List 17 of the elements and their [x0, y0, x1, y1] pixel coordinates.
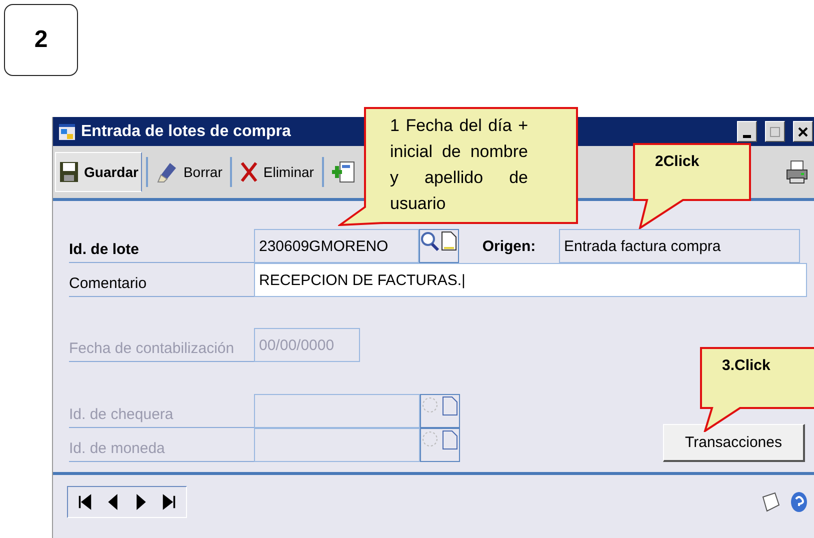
field-label: Id. de chequera: [69, 394, 254, 428]
field-label: Origen:: [481, 236, 537, 256]
origin-field: Entrada factura compra: [559, 229, 800, 263]
field-label: Id. de lote: [69, 229, 254, 263]
toolbar-button[interactable]: Eliminar: [236, 152, 318, 192]
toolbar-button[interactable]: Guardar: [55, 152, 142, 192]
transactions-button[interactable]: Transacciones: [663, 424, 805, 462]
window-title: Entrada de lotes de compra: [81, 122, 291, 140]
field-label: Id. de moneda: [69, 428, 254, 462]
field-label: Fecha de contabilización: [69, 328, 254, 362]
step-number-badge: 2: [4, 4, 78, 76]
toolbar-button[interactable]: Borrar: [152, 152, 226, 192]
batch-id-field[interactable]: 230609GMORENO: [254, 229, 419, 263]
callout-text: 3.Click: [722, 356, 772, 376]
comment-field[interactable]: RECEPCION DE FACTURAS.|: [254, 263, 807, 297]
callout-text: 2Click: [655, 152, 700, 172]
callout-text: 1 Fecha del día + inicial de nombre y apellido de usuario: [390, 115, 528, 215]
